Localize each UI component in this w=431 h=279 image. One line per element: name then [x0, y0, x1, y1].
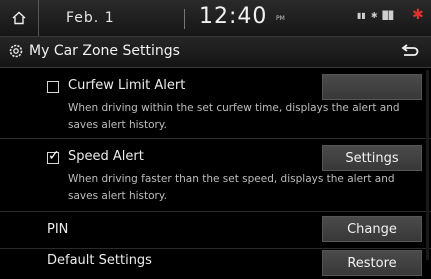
status-time: 12:40	[199, 4, 268, 29]
default-settings-row[interactable]: Default Settings Restore	[0, 249, 431, 279]
bluetooth-icon: ✱	[370, 11, 378, 20]
speed-alert-description: When driving faster than the set speed, …	[68, 173, 395, 202]
curfew-alert-description: When driving within the set curfew time,…	[68, 102, 400, 131]
back-button[interactable]	[394, 41, 424, 63]
back-arrow-icon	[401, 44, 419, 56]
gear-icon	[9, 44, 23, 58]
default-restore-button[interactable]: Restore	[322, 250, 422, 276]
page-title: My Car Zone Settings	[29, 43, 180, 59]
signal-icon: ▉▊	[382, 11, 395, 20]
speed-alert-settings-label: Settings	[345, 150, 399, 166]
curfew-alert-row[interactable]: Curfew Limit Alert When driving within t…	[0, 68, 431, 139]
media-icon: ▮▮	[357, 11, 366, 20]
curfew-alert-label: Curfew Limit Alert	[68, 78, 186, 93]
status-date: Feb. 1	[66, 10, 115, 26]
home-icon	[12, 11, 26, 25]
scrollbar[interactable]	[426, 70, 429, 260]
pin-row[interactable]: PIN Change	[0, 212, 431, 249]
curfew-alert-checkbox[interactable]	[47, 81, 59, 93]
pin-label: PIN	[47, 222, 69, 237]
status-icons: ▮▮ ✱ ▉▊	[357, 11, 395, 20]
speed-alert-checkbox[interactable]: ✓	[47, 148, 60, 164]
title-bar: My Car Zone Settings	[0, 37, 431, 68]
default-restore-label: Restore	[347, 255, 397, 271]
home-button[interactable]	[0, 0, 39, 36]
speed-alert-row[interactable]: ✓ Speed Alert Settings When driving fast…	[0, 139, 431, 212]
indicator-icon: ✱	[412, 7, 424, 23]
status-ampm: PM	[276, 15, 285, 22]
status-divider	[184, 9, 185, 29]
check-icon: ✓	[48, 148, 60, 164]
pin-change-button[interactable]: Change	[322, 216, 422, 242]
pin-change-label: Change	[347, 221, 397, 237]
curfew-alert-button[interactable]	[322, 74, 422, 100]
default-settings-label: Default Settings	[47, 253, 152, 268]
speed-alert-label: Speed Alert	[68, 149, 144, 164]
status-bar: Feb. 1 12:40 PM ▮▮ ✱ ▉▊ ✱	[0, 0, 431, 37]
speed-alert-settings-button[interactable]: Settings	[322, 145, 422, 171]
